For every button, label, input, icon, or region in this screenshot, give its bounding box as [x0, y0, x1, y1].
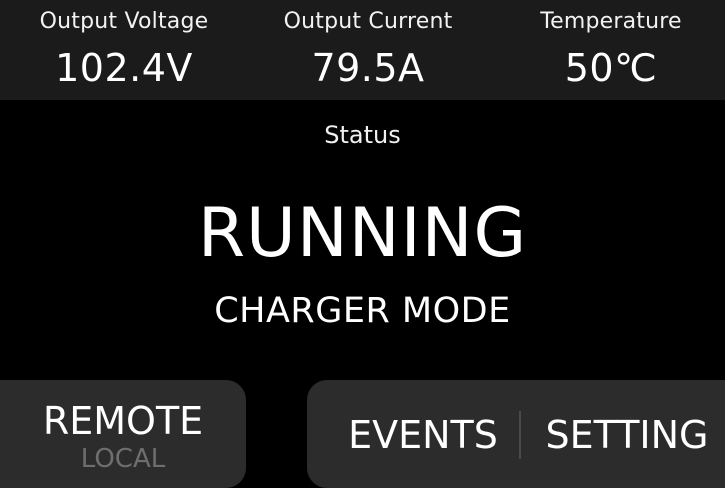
charger-screen: Output Voltage 102.4V Output Current 79.…	[0, 0, 725, 488]
output-voltage-metric: Output Voltage 102.4V	[24, 0, 224, 91]
output-current-metric: Output Current 79.5A	[268, 0, 468, 91]
setting-button[interactable]: SETTING	[533, 410, 721, 460]
output-voltage-value: 102.4V	[55, 46, 193, 90]
nav-divider	[519, 411, 521, 459]
local-label: LOCAL	[80, 444, 166, 474]
temperature-metric: Temperature 50℃	[511, 0, 711, 91]
temperature-value: 50℃	[564, 46, 658, 90]
output-voltage-label: Output Voltage	[39, 9, 209, 34]
output-current-value: 79.5A	[311, 46, 425, 90]
status-value: RUNNING	[197, 194, 528, 273]
mode-value: CHARGER MODE	[214, 291, 511, 331]
events-button[interactable]: EVENTS	[327, 410, 519, 460]
status-label: Status	[324, 121, 401, 149]
remote-local-toggle[interactable]: REMOTE LOCAL	[0, 380, 246, 488]
remote-label: REMOTE	[42, 399, 204, 443]
output-current-label: Output Current	[283, 9, 453, 34]
temperature-label: Temperature	[540, 9, 682, 34]
nav-panel: EVENTS SETTING	[307, 380, 725, 488]
metrics-bar: Output Voltage 102.4V Output Current 79.…	[0, 0, 725, 100]
